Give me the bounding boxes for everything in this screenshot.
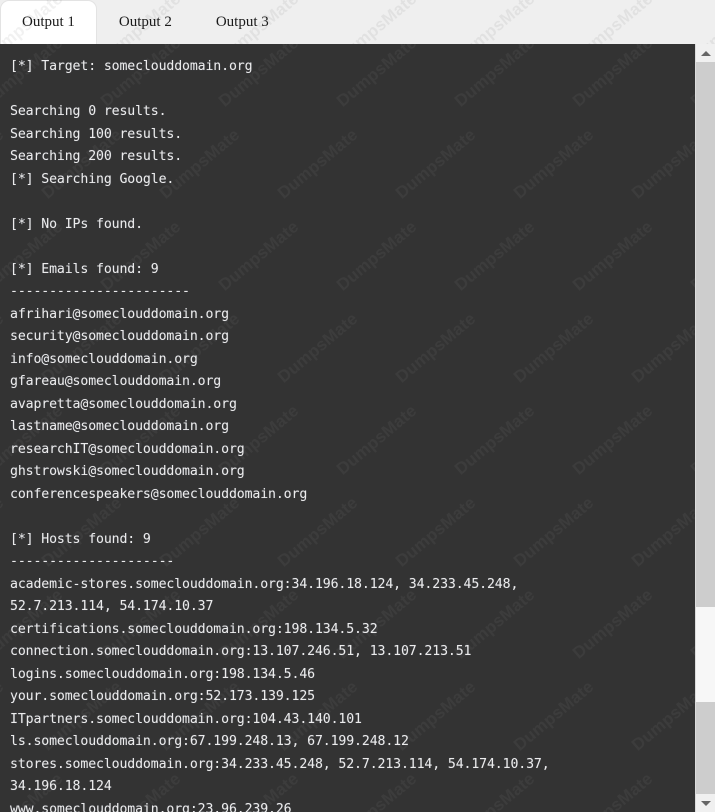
terminal-line: gfareau@someclouddomain.org (10, 374, 222, 389)
terminal-line: [*] Searching Google. (10, 171, 175, 187)
terminal-line-container: [*] Target: someclouddomain.org Searchin… (0, 44, 695, 812)
terminal-line: logins.someclouddomain.org:198.134.5.46 (10, 666, 315, 682)
terminal-line: conferencespeakers@someclouddomain.org (10, 486, 308, 502)
tab-bar: Output 1 Output 2 Output 3 (0, 0, 715, 44)
terminal-line: researchIT@someclouddomain.org (10, 441, 245, 457)
vertical-scrollbar[interactable] (695, 44, 715, 812)
scroll-up-arrow-icon (700, 50, 711, 56)
terminal-line: [*] No IPs found. (10, 216, 143, 232)
terminal-line: certifications.someclouddomain.org:198.1… (10, 621, 378, 637)
terminal-pane-wrapper: DumpsMateDumpsMateDumpsMateDumpsMateDump… (0, 44, 715, 812)
scrollbar-thumb-upper[interactable] (696, 62, 715, 607)
scroll-down-arrow-icon (700, 800, 711, 806)
scrollbar-thumb-lower[interactable] (696, 702, 715, 794)
terminal-line: lastname@someclouddomain.org (10, 419, 229, 434)
terminal-line: Searching 0 results. (10, 104, 167, 119)
scroll-down-button[interactable] (696, 794, 715, 812)
terminal-line: Searching 100 results. (10, 126, 183, 142)
tab-list: Output 1 Output 2 Output 3 (0, 0, 291, 44)
terminal-line: ITpartners.someclouddomain.org:104.43.14… (10, 711, 362, 727)
terminal-line: academic-stores.someclouddomain.org:34.1… (10, 576, 519, 592)
terminal-line: 52.7.213.114, 54.174.10.37 (10, 599, 214, 614)
terminal-line: info@someclouddomain.org (10, 351, 198, 367)
terminal-line: ----------------------- (10, 284, 190, 299)
tab-output-2-label: Output 2 (118, 13, 172, 30)
terminal-line: Searching 200 results. (10, 149, 183, 164)
terminal-line: stores.someclouddomain.org:34.233.45.248… (10, 756, 550, 772)
terminal-line: your.someclouddomain.org:52.173.139.125 (10, 689, 315, 704)
terminal-line: --------------------- (10, 554, 175, 569)
tab-output-1[interactable]: Output 1 (0, 0, 97, 44)
scroll-up-button[interactable] (696, 44, 715, 62)
terminal-line: ghstrowski@someclouddomain.org (10, 464, 245, 479)
output-window: Output 1 Output 2 Output 3 DumpsMateDump… (0, 0, 715, 812)
terminal-line: security@someclouddomain.org (10, 329, 229, 344)
terminal-line: ls.someclouddomain.org:67.199.248.13, 67… (10, 734, 409, 749)
terminal-line: afrihari@someclouddomain.org (10, 306, 229, 322)
terminal-line: www.someclouddomain.org:23.96.239.26 (10, 801, 292, 812)
tab-output-3-label: Output 3 (215, 13, 269, 30)
tab-output-2[interactable]: Output 2 (97, 0, 194, 44)
terminal-line: [*] Target: someclouddomain.org (10, 59, 253, 74)
terminal-line: [*] Emails found: 9 (10, 261, 159, 277)
terminal-line: [*] Hosts found: 9 (10, 531, 151, 547)
terminal-line: connection.someclouddomain.org:13.107.24… (10, 644, 472, 659)
tab-output-3[interactable]: Output 3 (194, 0, 291, 44)
terminal-line: 34.196.18.124 (10, 779, 112, 794)
tab-output-1-label: Output 1 (22, 14, 75, 30)
scrollbar-track[interactable] (696, 62, 715, 794)
terminal-output[interactable]: DumpsMateDumpsMateDumpsMateDumpsMateDump… (0, 44, 695, 812)
terminal-line: avapretta@someclouddomain.org (10, 396, 237, 412)
